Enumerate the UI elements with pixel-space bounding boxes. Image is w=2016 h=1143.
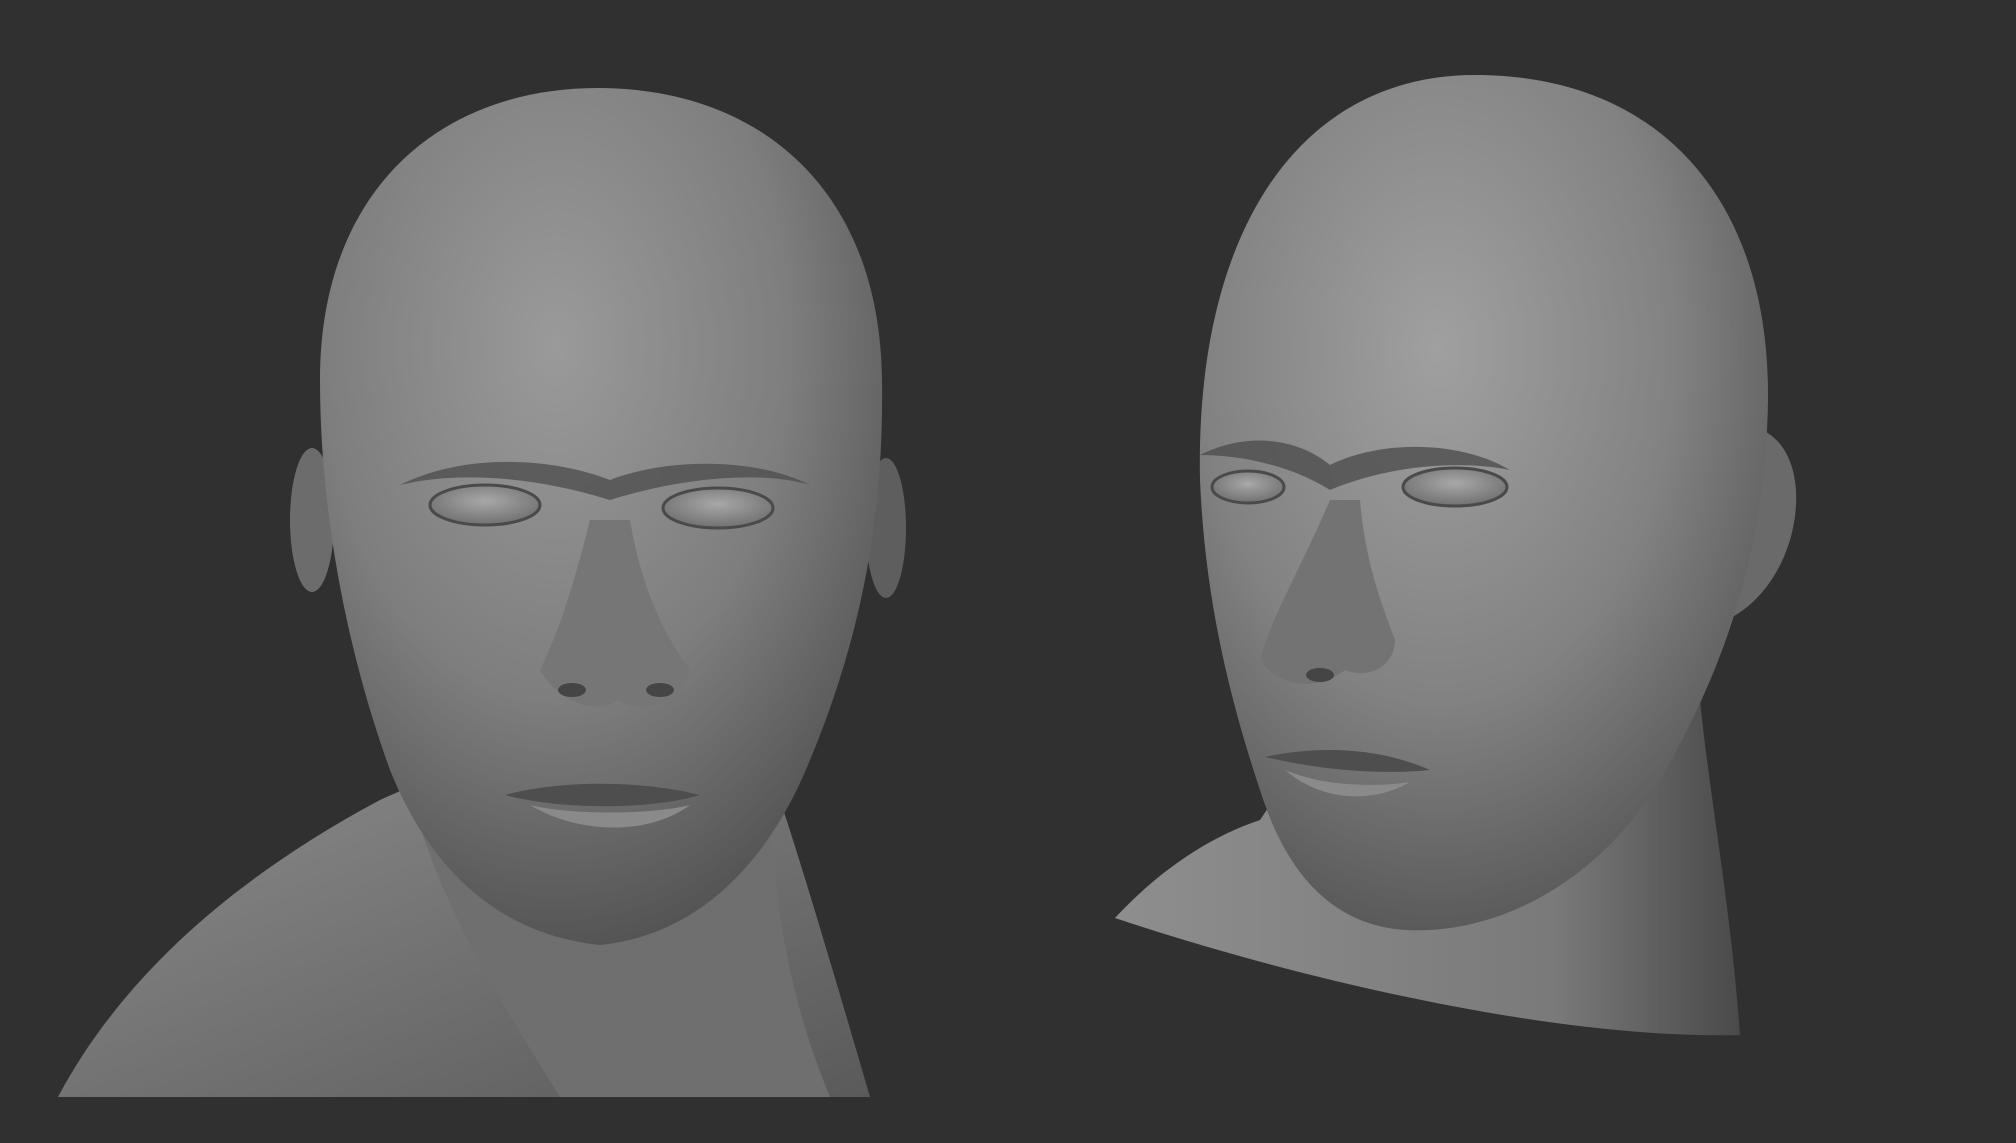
right-eye-2	[1401, 466, 1509, 508]
right-eye-1	[1210, 469, 1286, 505]
left-nostril-2	[646, 683, 674, 697]
left-nostril-1	[558, 683, 586, 697]
left-eye-1	[428, 483, 542, 527]
sculpt-viewport	[0, 0, 2016, 1143]
head-sculpt-renders	[58, 75, 1797, 1097]
three-quarter-view	[1115, 75, 1797, 1036]
left-eye-2	[661, 486, 775, 530]
right-nostril	[1306, 668, 1334, 682]
front-view	[58, 88, 906, 1097]
